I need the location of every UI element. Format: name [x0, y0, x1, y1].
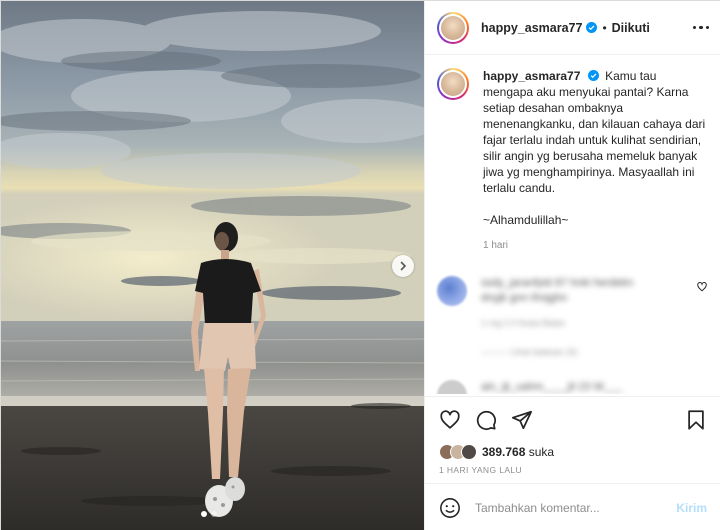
- author-username[interactable]: happy_asmara77: [481, 21, 582, 35]
- comment-meta[interactable]: 1 mg 2.0 fsuka Balas: [481, 316, 701, 331]
- caption-avatar[interactable]: [437, 68, 469, 100]
- verified-badge-icon: [586, 22, 598, 33]
- comment-text: ain_ijt_uahm____jil 23 W___: [481, 381, 623, 393]
- post-header: happy_asmara77 • Diikuti: [425, 1, 720, 55]
- likes-suffix: suka: [528, 445, 555, 459]
- likes-summary[interactable]: 389.768 suka: [439, 444, 707, 460]
- comment-text-continued: dnyjk gnn thnjghn: [481, 292, 568, 304]
- separator-dot: •: [602, 20, 607, 35]
- carousel-dot-active: [201, 511, 207, 517]
- carousel-indicator: [201, 511, 217, 517]
- instagram-post-modal: happy_asmara77 • Diikuti happy_asmara77 …: [0, 0, 720, 530]
- author-avatar[interactable]: [437, 11, 469, 44]
- comment-like-icon[interactable]: [697, 282, 707, 292]
- next-photo-button[interactable]: [392, 255, 414, 277]
- following-button[interactable]: Diikuti: [612, 21, 650, 35]
- post-side-panel: happy_asmara77 • Diikuti happy_asmara77 …: [424, 1, 720, 530]
- carousel-dot: [211, 511, 217, 517]
- share-icon[interactable]: [511, 409, 533, 431]
- bookmark-icon[interactable]: [685, 409, 707, 431]
- view-replies-link[interactable]: ——— Lihat balasan (5): [481, 345, 701, 360]
- post-caption: happy_asmara77 Kamu tau mengapa aku meny…: [425, 56, 720, 254]
- more-options-icon[interactable]: [692, 25, 709, 30]
- post-timestamp[interactable]: 1 HARI YANG LALU: [439, 465, 707, 475]
- post-comment-button[interactable]: Kirim: [676, 501, 707, 515]
- comment-item: ssdy_jaranfytd 87 hnki herdekn dnyjk gnn…: [425, 276, 720, 360]
- beach-photo: [1, 1, 424, 530]
- heart-icon[interactable]: [439, 409, 461, 431]
- caption-username[interactable]: happy_asmara77: [483, 69, 580, 83]
- post-actions: 389.768 suka 1 HARI YANG LALU: [425, 396, 720, 475]
- verified-badge-icon: [587, 70, 599, 81]
- liker-avatar: [461, 444, 477, 460]
- comments-section[interactable]: happy_asmara77 Kamu tau mengapa aku meny…: [425, 56, 720, 394]
- post-photo[interactable]: [1, 1, 424, 530]
- likes-count[interactable]: 389.768: [482, 445, 525, 459]
- comment-text: ssdy_jaranfytd 87 hnki herdekn: [481, 277, 634, 289]
- comment-input[interactable]: [475, 500, 677, 515]
- comment-icon[interactable]: [475, 409, 497, 431]
- chevron-right-icon: [400, 261, 407, 271]
- commenter-avatar[interactable]: [437, 380, 467, 394]
- commenter-avatar[interactable]: [437, 276, 467, 306]
- caption-time: 1 hari: [483, 240, 509, 251]
- emoji-icon[interactable]: [439, 497, 461, 519]
- comment-item: ain_ijt_uahm____jil 23 W___: [425, 380, 720, 394]
- add-comment-bar: Kirim: [425, 483, 720, 530]
- caption-text: Kamu tau mengapa aku menyukai pantai? Ka…: [483, 69, 706, 227]
